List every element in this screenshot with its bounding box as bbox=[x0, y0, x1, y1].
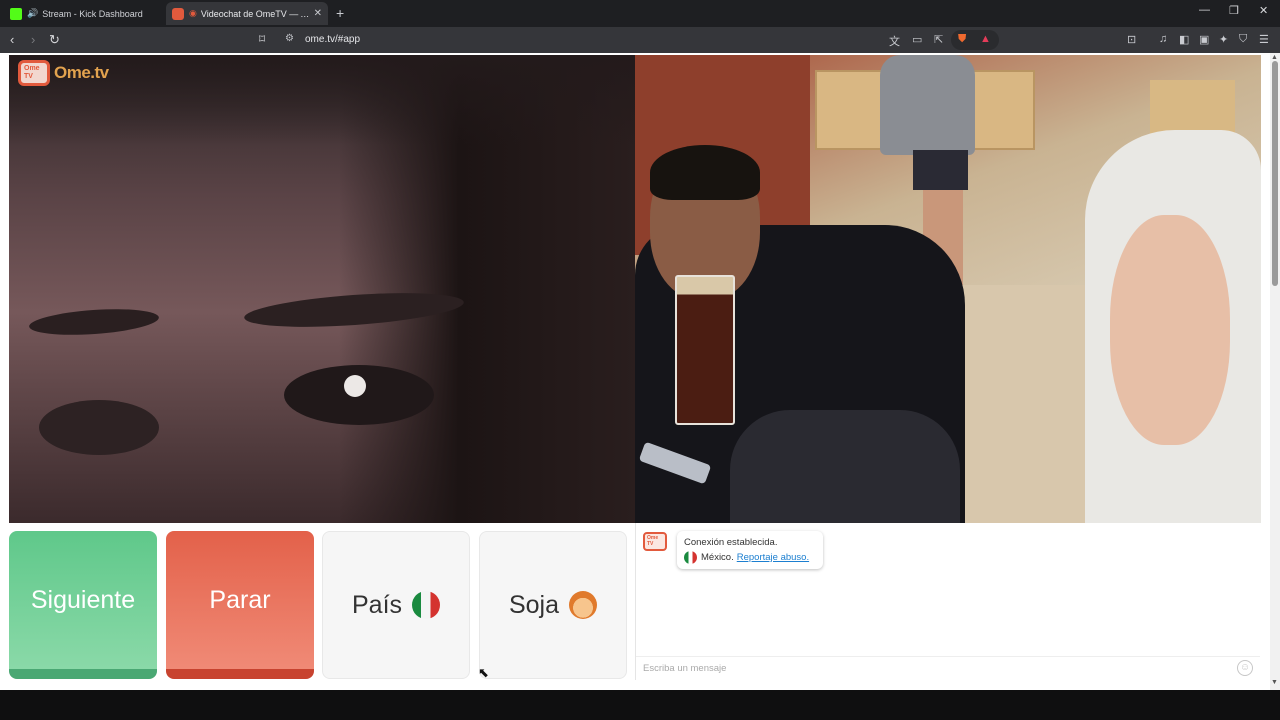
system-avatar-icon: Ome TV bbox=[643, 532, 667, 551]
ometv-logo[interactable]: Ome TV Ome.tv bbox=[18, 60, 109, 86]
bottom-strip bbox=[0, 690, 1280, 720]
ometv-logo-icon bbox=[172, 7, 184, 20]
gender-filter-button[interactable]: Soja bbox=[479, 531, 627, 679]
extension-group: ⛊ ▲ bbox=[951, 30, 999, 50]
standing-person-shorts bbox=[913, 150, 968, 190]
close-window-button[interactable]: ✕ bbox=[1259, 4, 1268, 17]
country-name: México. bbox=[701, 552, 734, 563]
scroll-thumb[interactable] bbox=[1272, 61, 1278, 286]
page-scrollbar[interactable]: ▲ ▼ bbox=[1270, 53, 1280, 690]
back-button[interactable]: ‹ bbox=[10, 32, 14, 47]
forward-button[interactable]: › bbox=[31, 32, 35, 47]
scroll-up-icon[interactable]: ▲ bbox=[1271, 54, 1278, 61]
chair-back bbox=[730, 410, 960, 523]
eye-left bbox=[39, 400, 159, 455]
stop-button[interactable]: Parar bbox=[166, 531, 314, 679]
site-info-icon[interactable]: ⚙ bbox=[285, 33, 294, 44]
tv-logo-icon: Ome TV bbox=[18, 60, 50, 86]
country-filter-button[interactable]: País bbox=[322, 531, 470, 679]
browser-toolbar: ‹ › ↻ ⌑ ⚙ ome.tv/#app 文 ▭ ⇱ ⛊ ▲ ⊡ ♫ ◧ ▣ … bbox=[0, 27, 1280, 53]
new-tab-button[interactable]: + bbox=[336, 5, 344, 21]
system-message: Conexión establecida. México. Reportaje … bbox=[677, 531, 823, 569]
sidebar-icon[interactable]: ◧ bbox=[1179, 33, 1189, 46]
bookmark-icon[interactable]: ⌑ bbox=[259, 32, 265, 46]
minimize-button[interactable]: — bbox=[1199, 4, 1210, 16]
menu-icon[interactable]: ☰ bbox=[1259, 33, 1269, 46]
mexico-flag-icon bbox=[684, 551, 697, 564]
kick-logo-icon bbox=[10, 7, 22, 20]
scroll-down-icon[interactable]: ▼ bbox=[1271, 679, 1278, 686]
cast-icon[interactable]: ▭ bbox=[912, 33, 922, 46]
close-tab-icon[interactable]: ✕ bbox=[314, 8, 322, 19]
reload-button[interactable]: ↻ bbox=[49, 32, 60, 48]
report-abuse-link[interactable]: Reportaje abuso. bbox=[737, 552, 809, 563]
eye-highlight bbox=[344, 375, 366, 397]
seated-person-hair bbox=[650, 145, 760, 200]
tab-title: Videochat de OmeTV — Alte bbox=[200, 8, 310, 19]
beer-glass bbox=[675, 275, 735, 425]
wallet-icon[interactable]: ▣ bbox=[1199, 33, 1209, 46]
media-icon[interactable]: ♫ bbox=[1159, 33, 1167, 45]
tab-strip: 🔊 Stream - Kick Dashboard ◉ Videochat de… bbox=[0, 0, 1280, 27]
self-video bbox=[635, 55, 1261, 523]
next-label: Siguiente bbox=[30, 585, 136, 614]
leo-ai-icon[interactable]: ✦ bbox=[1219, 33, 1228, 46]
recording-icon: ◉ bbox=[189, 8, 197, 18]
smiley-icon[interactable]: ☺ bbox=[1237, 660, 1253, 676]
stranger-video bbox=[9, 55, 635, 523]
person-emoji-icon bbox=[569, 591, 598, 619]
gender-label: Soja bbox=[508, 590, 560, 619]
share-icon[interactable]: ⇱ bbox=[934, 33, 943, 46]
mouse-cursor-icon: ⬉ bbox=[478, 665, 489, 680]
translate-icon[interactable]: 文 bbox=[889, 33, 900, 49]
brave-shield-icon[interactable]: ⛊ bbox=[958, 33, 966, 46]
tab-title: Stream - Kick Dashboard bbox=[42, 8, 143, 19]
vpn-icon[interactable]: ⛉ bbox=[1239, 33, 1247, 46]
screenshot-icon[interactable]: ⊡ bbox=[1127, 33, 1136, 46]
logo-text: Ome.tv bbox=[54, 63, 109, 82]
tab-kick-dashboard[interactable]: 🔊 Stream - Kick Dashboard bbox=[4, 2, 162, 25]
connection-status: Conexión establecida. bbox=[684, 537, 778, 548]
stop-label: Parar bbox=[209, 585, 271, 614]
hooded-person-face bbox=[1110, 215, 1230, 445]
next-button[interactable]: Siguiente bbox=[9, 531, 157, 679]
mexico-flag-icon bbox=[412, 591, 441, 619]
rewards-icon[interactable]: ▲ bbox=[980, 33, 991, 45]
eyebrow-left bbox=[28, 305, 160, 339]
message-input[interactable] bbox=[636, 656, 1260, 680]
speaker-icon[interactable]: 🔊 bbox=[27, 8, 38, 19]
partner-country: México. Reportaje abuso. bbox=[684, 551, 809, 564]
address-bar[interactable]: ome.tv/#app bbox=[305, 34, 360, 45]
country-label: País bbox=[351, 590, 403, 619]
tab-ometv[interactable]: ◉ Videochat de OmeTV — Alte ✕ bbox=[166, 2, 328, 25]
restore-button[interactable]: ❐ bbox=[1229, 4, 1239, 17]
standing-person-hoodie bbox=[880, 55, 975, 155]
